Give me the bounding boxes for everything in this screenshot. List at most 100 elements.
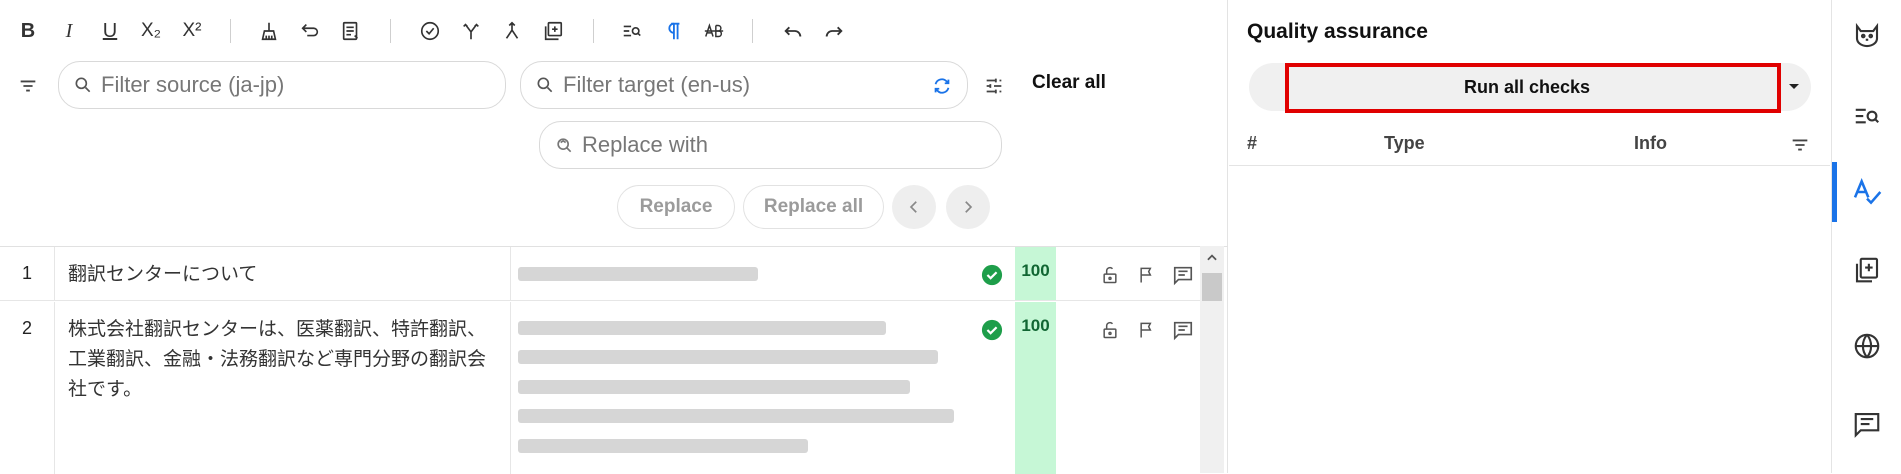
search-list-icon (623, 25, 641, 37)
flag-icon[interactable] (1137, 264, 1157, 286)
match-score: 100 (1015, 247, 1056, 300)
quality-assurance-panel: Quality assurance Run all checks # Type … (1229, 0, 1830, 473)
unlock-icon[interactable] (1100, 264, 1120, 286)
redacted-target-text (518, 380, 910, 394)
swap-refresh-icon[interactable] (931, 75, 953, 97)
confirm-button[interactable] (413, 14, 447, 48)
toolbar-divider (390, 19, 391, 43)
run-options-dropdown[interactable] (1777, 69, 1811, 105)
pilcrow-icon (668, 22, 680, 40)
insert-special-button[interactable] (334, 14, 368, 48)
panel-title: Quality assurance (1247, 20, 1428, 43)
side-rail (1831, 0, 1901, 473)
split-button[interactable] (454, 14, 488, 48)
italic-button[interactable]: I (52, 14, 86, 48)
segment-row[interactable]: 1 翻訳センターについて 100 (0, 247, 1200, 301)
add-box-icon (544, 21, 563, 41)
redo-icon (825, 26, 843, 37)
subscript-button[interactable]: X₂ (134, 14, 168, 48)
filter-source-input[interactable] (59, 62, 505, 108)
segment-row[interactable]: 2 株式会社翻訳センターは、医薬翻訳、特許翻訳、工業翻訳、金融・法務翻訳など専門… (0, 302, 1200, 474)
replace-all-button[interactable]: Replace all (743, 185, 884, 229)
replace-with-input[interactable] (540, 122, 1001, 168)
confirmed-check-icon (981, 319, 1003, 341)
scroll-thumb[interactable] (1202, 273, 1222, 301)
chevron-right-icon (965, 201, 973, 213)
segment-target[interactable] (512, 247, 982, 300)
spellcheck-strike-icon (704, 23, 724, 38)
redo-button[interactable] (817, 14, 851, 48)
filter-target-input[interactable] (521, 62, 967, 108)
column-info[interactable]: Info (1634, 133, 1667, 154)
merge-icon (505, 21, 519, 39)
flag-icon[interactable] (1137, 319, 1157, 341)
segment-number: 1 (0, 247, 55, 300)
column-number: # (1247, 133, 1258, 153)
toolbar-divider (752, 19, 753, 43)
find-button[interactable] (615, 14, 649, 48)
rail-search-button[interactable] (1832, 88, 1901, 144)
bold-label: B (20, 19, 36, 42)
filter-target-field[interactable] (520, 61, 968, 109)
rail-notes-button[interactable] (1832, 242, 1901, 298)
subscript-label: X₂ (140, 20, 162, 41)
comment-icon[interactable] (1172, 319, 1194, 341)
replace-button[interactable]: Replace (617, 185, 735, 229)
merge-button[interactable] (495, 14, 529, 48)
caret-down-icon (1789, 84, 1799, 89)
rail-qa-button[interactable] (1832, 164, 1901, 220)
toolbar-divider (230, 19, 231, 43)
spellcheck-toggle-button[interactable] (697, 14, 731, 48)
comment-icon (1854, 412, 1880, 438)
undo-icon (784, 26, 802, 37)
run-all-checks-button[interactable]: Run all checks (1285, 65, 1769, 109)
clear-all-button[interactable]: Clear all (1032, 72, 1106, 94)
clear-format-button[interactable] (252, 14, 286, 48)
filter-settings-button[interactable] (980, 72, 1008, 100)
column-type[interactable]: Type (1384, 133, 1425, 154)
underline-label: U (102, 19, 118, 42)
rail-cat-button[interactable] (1832, 8, 1901, 64)
superscript-button[interactable]: X² (175, 14, 209, 48)
show-formatting-button[interactable] (656, 14, 690, 48)
redacted-target-text (518, 321, 886, 335)
scroll-up-icon[interactable] (1204, 251, 1220, 265)
filter-source-field[interactable] (58, 61, 506, 109)
search-icon (537, 77, 553, 93)
superscript-label: X² (182, 20, 202, 41)
unlock-icon[interactable] (1100, 319, 1120, 341)
replace-with-field[interactable] (539, 121, 1002, 169)
add-segment-button[interactable] (536, 14, 570, 48)
filter-menu-button[interactable] (14, 72, 42, 100)
match-score: 100 (1015, 302, 1056, 474)
replace-search-icon (557, 138, 572, 153)
filter-lines-icon[interactable] (1789, 134, 1811, 156)
underline-button[interactable]: U (93, 14, 127, 48)
comment-icon[interactable] (1172, 264, 1194, 286)
rail-globe-button[interactable] (1832, 318, 1901, 374)
sliders-icon (986, 78, 1002, 94)
document-insert-icon (342, 21, 359, 41)
editor-pane: B I U X₂ X² Filter source (ja-jp) Filter… (0, 0, 1228, 474)
bold-button[interactable]: B (11, 14, 45, 48)
segment-target[interactable] (512, 302, 982, 474)
run-checks-split-button: Run all checks (1249, 63, 1811, 113)
check-circle-icon (420, 21, 440, 41)
previous-match-button[interactable] (892, 185, 936, 229)
search-list-icon (1855, 108, 1880, 124)
redacted-target-text (518, 439, 808, 453)
undo-button[interactable] (776, 14, 810, 48)
tag-arrow-icon (301, 23, 319, 37)
segment-number: 2 (0, 302, 55, 474)
insert-tag-button[interactable] (293, 14, 327, 48)
cat-icon (1855, 22, 1879, 48)
rail-comments-button[interactable] (1832, 396, 1901, 452)
broom-icon (261, 22, 277, 41)
split-icon (463, 23, 479, 40)
add-note-icon (1855, 257, 1879, 283)
toolbar-divider (593, 19, 594, 43)
italic-label: I (65, 19, 73, 42)
segment-source[interactable]: 株式会社翻訳センターは、医薬翻訳、特許翻訳、工業翻訳、金融・法務翻訳など専門分野… (56, 302, 511, 474)
segment-source[interactable]: 翻訳センターについて (56, 247, 511, 300)
next-match-button[interactable] (946, 185, 990, 229)
